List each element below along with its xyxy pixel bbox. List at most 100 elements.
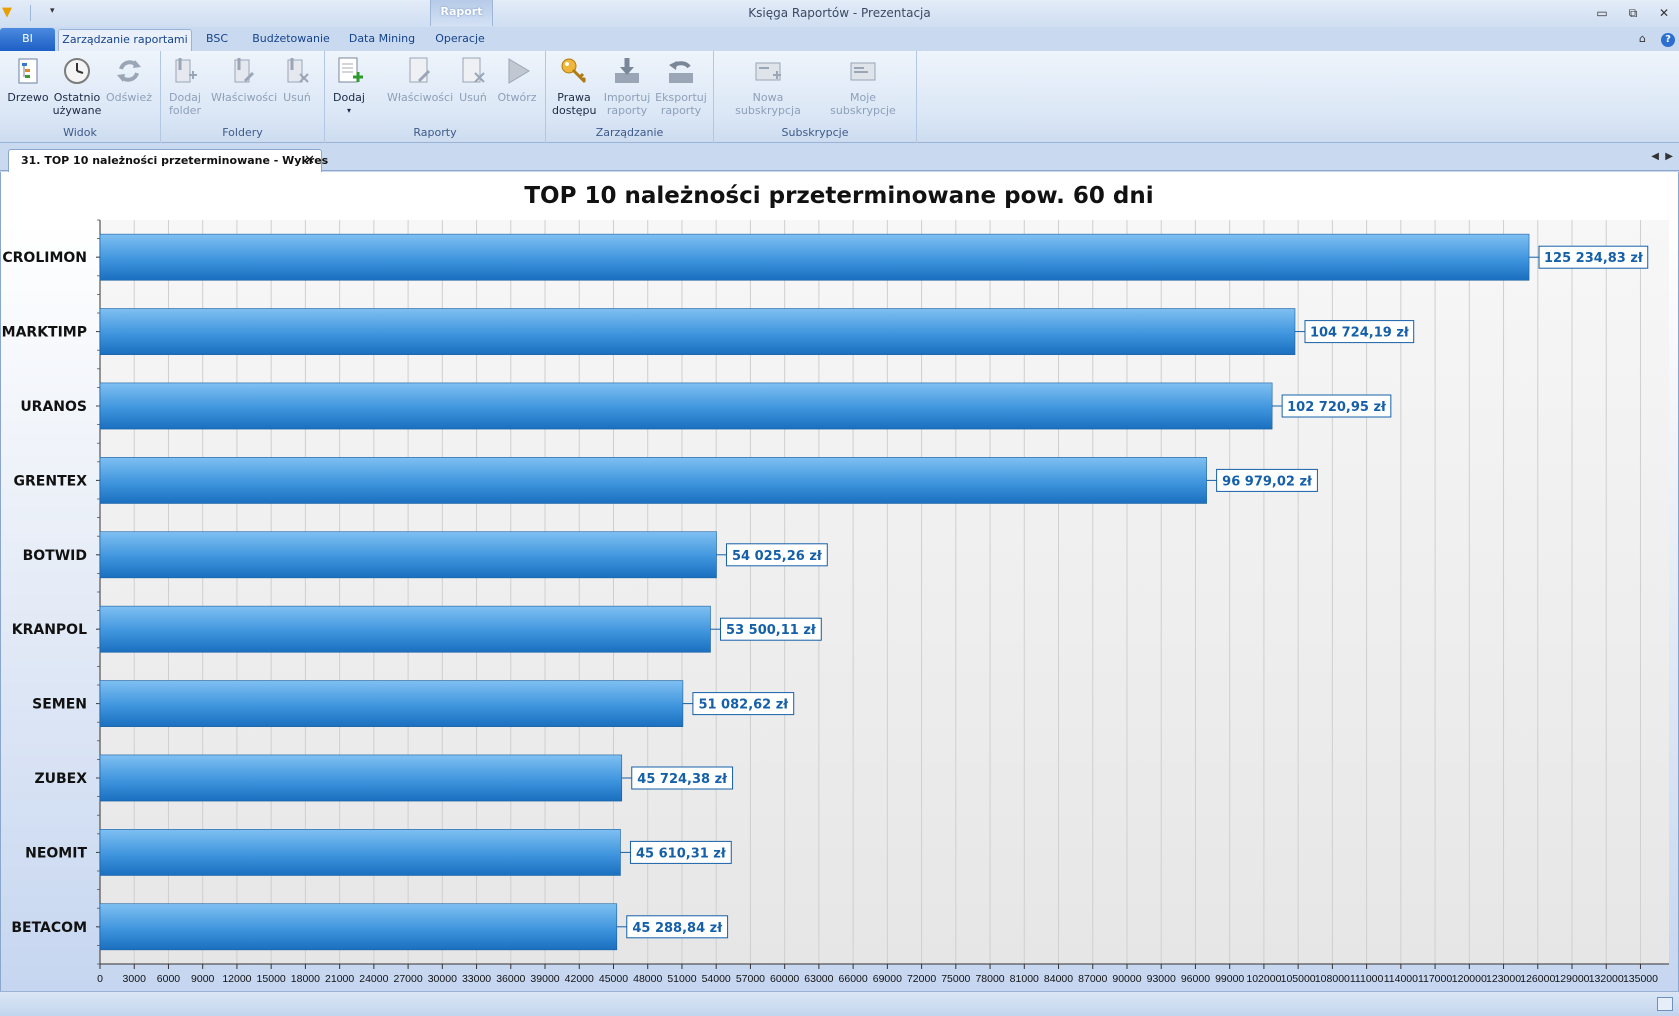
- scroll-left-icon[interactable]: ◀: [1651, 151, 1659, 162]
- add-report-icon: [338, 57, 363, 83]
- chevron-down-icon: ▾: [346, 106, 351, 115]
- category-label: NEOMIT: [25, 845, 87, 861]
- x-tick-label: 69000: [873, 973, 902, 985]
- bar: [99, 829, 621, 876]
- x-tick-label: 24000: [359, 973, 388, 985]
- x-tick-label: 78000: [975, 973, 1004, 985]
- folder-delete-button[interactable]: Usuń: [279, 55, 315, 104]
- import-reports-button[interactable]: Importuj raporty: [602, 55, 652, 117]
- my-subscriptions-icon: [850, 62, 876, 81]
- group-label-folders: Foldery: [222, 126, 263, 139]
- report-properties-button[interactable]: Właściwości: [387, 55, 453, 104]
- x-tick-label: 63000: [804, 973, 833, 985]
- x-tick-label: 99000: [1215, 973, 1244, 985]
- group-view: Drzewo Ostatnio używane Odśwież Widok: [0, 51, 161, 143]
- tab-data-mining[interactable]: Data Mining: [348, 29, 416, 51]
- scroll-right-icon[interactable]: ▶: [1665, 151, 1673, 162]
- refresh-button[interactable]: Odśwież: [106, 55, 152, 104]
- access-rights-button[interactable]: Prawa dostępu: [552, 55, 596, 117]
- minimize-icon[interactable]: ▭: [1593, 5, 1611, 21]
- help-icon[interactable]: ?: [1661, 33, 1675, 47]
- x-tick-label: 105000: [1281, 973, 1316, 985]
- folder-properties-button[interactable]: Właściwości: [211, 55, 277, 104]
- x-tick-label: 75000: [941, 973, 970, 985]
- x-tick-label: 87000: [1078, 973, 1107, 985]
- x-tick-label: 117000: [1418, 973, 1452, 985]
- x-tick-label: 0: [97, 973, 103, 985]
- x-tick-label: 96000: [1181, 973, 1210, 985]
- properties-icon: [409, 57, 431, 83]
- category-label: KRANPOL: [12, 622, 87, 638]
- tree-button[interactable]: Drzewo: [6, 55, 50, 104]
- category-label: CROLIMON: [2, 250, 87, 266]
- tab-report-management[interactable]: Zarządzanie raportami: [58, 29, 192, 51]
- chart-title: TOP 10 należności przeterminowane pow. 6…: [524, 183, 1153, 209]
- my-subscriptions-button[interactable]: Moje subskrypcje: [818, 55, 908, 117]
- collapse-ribbon-icon[interactable]: ⌂: [1636, 32, 1650, 46]
- x-tick-label: 39000: [530, 973, 559, 985]
- x-tick-label: 66000: [839, 973, 868, 985]
- group-label-management: Zarządzanie: [595, 126, 664, 139]
- open-report-button[interactable]: Otwórz: [497, 55, 537, 104]
- tab-bsc[interactable]: BSC: [200, 29, 234, 51]
- bar: [99, 531, 717, 579]
- data-label: 102 720,95 zł: [1287, 400, 1387, 415]
- x-tick-label: 42000: [565, 973, 594, 985]
- bar: [99, 680, 684, 727]
- delete-icon: [462, 57, 485, 83]
- x-tick-label: 6000: [157, 973, 181, 985]
- x-tick-label: 126000: [1520, 973, 1555, 985]
- close-icon[interactable]: ✕: [1655, 5, 1673, 21]
- tab-budgeting[interactable]: Budżetowanie: [250, 29, 332, 51]
- status-bar: [0, 991, 1679, 1016]
- x-tick-label: 57000: [736, 973, 765, 985]
- x-tick-label: 27000: [393, 973, 422, 985]
- category-label: MARKTIMP: [2, 325, 87, 341]
- export-icon: [669, 61, 693, 83]
- document-tab-label: 31. TOP 10 należności przeterminowane - …: [21, 154, 329, 167]
- document-tab[interactable]: 31. TOP 10 należności przeterminowane - …: [8, 149, 328, 172]
- x-tick-label: 51000: [667, 973, 696, 985]
- clock-icon: [64, 58, 90, 84]
- report-view: 0 3000 6000 9000 12000 15000 18000 21000 24000 27…: [0, 172, 1679, 991]
- x-tick-label: 3000: [123, 973, 147, 985]
- tab-bi[interactable]: BI: [0, 28, 55, 51]
- x-tick-label: 18000: [291, 973, 320, 985]
- x-tick-label: 108000: [1315, 973, 1350, 985]
- x-tick-label: 12000: [222, 973, 251, 985]
- x-tick-label: 36000: [496, 973, 525, 985]
- export-reports-button[interactable]: Eksportuj raporty: [654, 55, 708, 117]
- add-folder-button[interactable]: Dodaj folder: [167, 55, 203, 117]
- close-icon[interactable]: ✕: [304, 153, 315, 168]
- data-label: 45 610,31 zł: [636, 846, 727, 861]
- calendar-icon[interactable]: [1657, 997, 1673, 1011]
- x-tick-label: 60000: [770, 973, 799, 985]
- category-label: ZUBEX: [34, 771, 87, 787]
- report-delete-button[interactable]: Usuń: [455, 55, 491, 104]
- group-label-view: Widok: [63, 126, 97, 139]
- x-tick-label: 132000: [1589, 973, 1624, 985]
- bar: [99, 903, 618, 951]
- data-label: 51 082,62 zł: [698, 698, 789, 713]
- group-management: Prawa dostępu Importuj raporty Eksportuj…: [546, 51, 714, 143]
- title-bar: ▼ ▾ Raport Księga Raportów - Prezentacja…: [0, 0, 1679, 27]
- x-tick-label: 111000: [1350, 973, 1384, 985]
- delete-icon: [287, 58, 309, 83]
- x-tick-label: 48000: [633, 973, 662, 985]
- import-icon: [615, 58, 639, 83]
- x-tick-label: 72000: [907, 973, 936, 985]
- bar: [99, 457, 1207, 504]
- document-tab-strip: 31. TOP 10 należności przeterminowane - …: [0, 144, 1679, 172]
- category-label: BETACOM: [11, 920, 87, 936]
- bar-chart: 0 3000 6000 9000 12000 15000 18000 21000 24000 27…: [2, 183, 1669, 985]
- add-report-button[interactable]: Dodaj ▾: [331, 55, 367, 117]
- x-tick-label: 123000: [1486, 973, 1521, 985]
- data-label: 96 979,02 zł: [1222, 474, 1313, 489]
- new-subscription-button[interactable]: Nowa subskrypcja: [722, 55, 814, 117]
- window-title: Księga Raportów - Prezentacja: [748, 6, 931, 20]
- recently-used-button[interactable]: Ostatnio używane: [52, 55, 102, 117]
- tab-operations[interactable]: Operacje: [430, 29, 490, 51]
- x-tick-label: 129000: [1554, 973, 1589, 985]
- bar: [99, 308, 1296, 355]
- restore-icon[interactable]: ⧉: [1624, 5, 1642, 21]
